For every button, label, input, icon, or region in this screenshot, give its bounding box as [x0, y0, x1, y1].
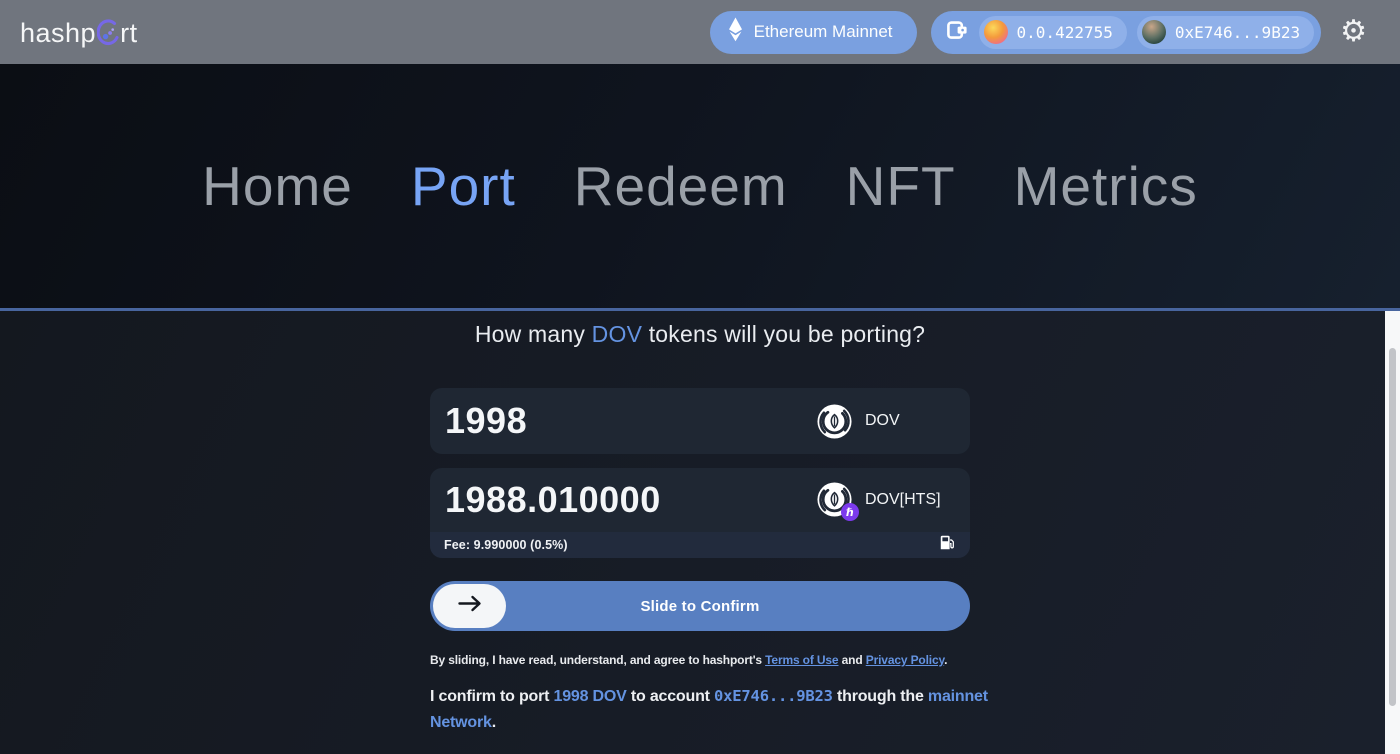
legal-text-3: . — [944, 653, 947, 667]
slide-to-confirm[interactable]: Slide to Confirm — [430, 581, 970, 631]
top-bar: hashp rt Ethereum Mainnet — [0, 0, 1400, 64]
wallet-balance: 0.0.422755 — [1017, 23, 1113, 42]
main-nav: Home Port Redeem NFT Metrics — [0, 64, 1400, 308]
legal-text-2: and — [838, 653, 865, 667]
target-token-chip[interactable]: ℏ DOV[HTS] — [817, 482, 941, 517]
hedera-badge-icon: ℏ — [841, 503, 859, 521]
gas-pump-icon — [939, 534, 956, 556]
confirm-text-2: to account — [627, 688, 714, 705]
privacy-policy-link[interactable]: Privacy Policy — [866, 653, 944, 667]
logo-text-right: rt — [120, 18, 138, 49]
confirmation-text: I confirm to port 1998 DOV to account 0x… — [430, 684, 970, 737]
source-token-chip[interactable]: DOV — [817, 404, 900, 439]
logo-text-left: hashp — [20, 18, 96, 49]
port-question-title: How many DOV tokens will you be porting? — [430, 321, 970, 348]
wallet-icon — [945, 18, 969, 47]
confirm-network-1: mainnet — [928, 688, 988, 705]
nav-item-redeem[interactable]: Redeem — [574, 154, 788, 218]
nav-item-home[interactable]: Home — [202, 154, 353, 218]
settings-gear-icon[interactable]: ⚙ — [1340, 17, 1367, 47]
confirm-network-2: Network — [430, 714, 492, 731]
account-avatar — [1142, 20, 1166, 44]
fee-label: Fee: 9.990000 (0.5%) — [444, 538, 568, 552]
source-amount-input[interactable] — [430, 400, 800, 442]
slider-label: Slide to Confirm — [430, 581, 970, 631]
nav-item-nft[interactable]: NFT — [846, 154, 956, 218]
target-amount-input[interactable] — [430, 479, 800, 521]
network-selector-button[interactable]: Ethereum Mainnet — [710, 11, 917, 54]
wallet-account: 0xE746...9B23 — [1175, 23, 1300, 42]
confirmation-line-1: I confirm to port 1998 DOV to account 0x… — [430, 684, 970, 710]
fee-strip: Fee: 9.990000 (0.5%) — [430, 532, 970, 558]
dov-hts-token-icon: ℏ — [817, 482, 852, 517]
nav-item-metrics[interactable]: Metrics — [1014, 154, 1198, 218]
nav-item-port[interactable]: Port — [411, 154, 516, 218]
port-sheet: How many DOV tokens will you be porting?… — [0, 308, 1400, 754]
title-token-symbol: DOV — [592, 321, 642, 347]
arrow-right-icon — [457, 595, 483, 617]
confirm-account: 0xE746...9B23 — [714, 687, 833, 705]
balance-avatar — [984, 20, 1008, 44]
scrollbar-track[interactable] — [1385, 311, 1400, 754]
wallet-group: 0.0.422755 0xE746...9B23 — [931, 11, 1322, 54]
target-amount-row: ℏ DOV[HTS] — [430, 468, 970, 532]
port-form: How many DOV tokens will you be porting?… — [430, 311, 970, 737]
wallet-balance-pill[interactable]: 0.0.422755 — [979, 16, 1127, 49]
ethereum-icon — [728, 17, 743, 47]
confirm-amount-token: 1998 DOV — [554, 688, 627, 705]
hashport-orbit-icon — [97, 19, 119, 53]
target-amount-box: ℏ DOV[HTS] Fee: 9.990000 (0.5%) — [430, 468, 970, 558]
dov-token-icon — [817, 404, 852, 439]
wallet-account-pill[interactable]: 0xE746...9B23 — [1137, 16, 1314, 49]
title-prefix: How many — [475, 321, 592, 347]
scrollbar-thumb[interactable] — [1389, 348, 1396, 706]
target-token-label: DOV[HTS] — [865, 491, 941, 509]
source-amount-box: DOV — [430, 388, 970, 454]
confirm-period: . — [492, 714, 496, 731]
legal-text-1: By sliding, I have read, understand, and… — [430, 653, 765, 667]
terms-of-use-link[interactable]: Terms of Use — [765, 653, 838, 667]
title-suffix: tokens will you be porting? — [642, 321, 925, 347]
confirm-text-1: I confirm to port — [430, 688, 554, 705]
legal-text: By sliding, I have read, understand, and… — [430, 653, 970, 667]
hashport-logo[interactable]: hashp rt — [20, 15, 138, 49]
slider-handle[interactable] — [433, 584, 506, 628]
confirm-text-3: through the — [833, 688, 928, 705]
network-selector-label: Ethereum Mainnet — [754, 22, 893, 42]
source-token-label: DOV — [865, 412, 900, 430]
